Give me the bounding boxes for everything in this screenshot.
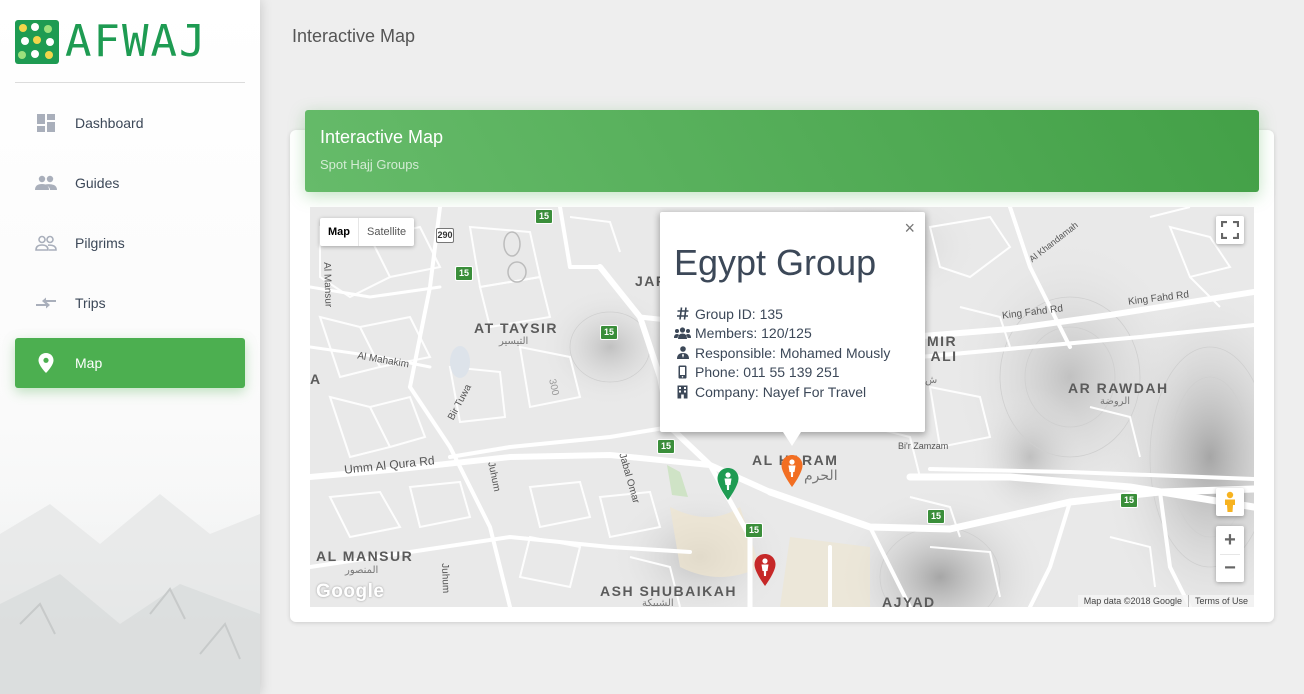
district-arabic-at-taysir: التيسير xyxy=(499,336,529,347)
sidebar-item-label: Trips xyxy=(75,295,106,311)
street-view-pegman-button[interactable] xyxy=(1216,488,1244,516)
highway-shield: 15 xyxy=(927,509,945,524)
district-label-al-mansur: AL MANSUR xyxy=(316,548,414,564)
sidebar-item-pilgrims[interactable]: Pilgrims xyxy=(15,218,245,268)
sidebar-item-dashboard[interactable]: Dashboard xyxy=(15,98,245,148)
group-info-window: × Egypt Group Group ID: 135 Members: 120… xyxy=(660,212,925,446)
district-label-ajyad: AJYAD xyxy=(882,594,936,607)
district-label-partial-a: A xyxy=(310,371,322,387)
district-arabic-ar-rawdah: الروضة xyxy=(1100,396,1131,407)
compare-arrows-icon xyxy=(35,292,57,314)
district-label-at-taysir: AT TAYSIR xyxy=(474,320,559,336)
sidebar-nav: Dashboard Guides Pilgrims Trips Map xyxy=(15,98,245,398)
highway-shield: 15 xyxy=(1120,493,1138,508)
highway-shield: 15 xyxy=(657,439,675,454)
pegman-icon xyxy=(1225,491,1235,512)
fullscreen-button[interactable] xyxy=(1216,216,1244,244)
pilgrim-marker-green[interactable] xyxy=(717,468,739,500)
fullscreen-icon xyxy=(1221,221,1239,239)
highway-shield: 15 xyxy=(600,325,618,340)
info-row-phone: Phone: 011 55 139 251 xyxy=(674,363,911,383)
district-arabic-al-haram: الحرم xyxy=(804,468,838,484)
road-label-juhum-2: Juhum xyxy=(439,563,452,594)
district-label-ar-rawdah: AR RAWDAH xyxy=(1068,380,1169,396)
google-map[interactable]: AT TAYSIR التيسير AL HARAM الحرم AR RAWD… xyxy=(310,207,1254,607)
building-icon xyxy=(674,385,691,399)
info-row-members: Members: 120/125 xyxy=(674,324,911,344)
highway-shield: 15 xyxy=(455,266,473,281)
road-label-bir-zamzam: Bi'r Zamzam xyxy=(898,441,949,451)
highway-shield: 15 xyxy=(535,209,553,224)
map-type-satellite-button[interactable]: Satellite xyxy=(358,218,414,246)
sidebar-item-label: Dashboard xyxy=(75,115,144,131)
district-label-partial-mir: MIR xyxy=(927,333,958,349)
zoom-in-button[interactable]: + xyxy=(1216,526,1244,554)
sidebar-item-label: Pilgrims xyxy=(75,235,125,251)
page-title: Interactive Map xyxy=(292,26,416,46)
sidebar: AFWAJ Dashboard Guides Pilgrims Trips Ma… xyxy=(0,0,260,694)
card-subtitle: Spot Hajj Groups xyxy=(320,157,419,172)
people-icon xyxy=(35,172,57,194)
road-label-al-mansur: Al Mansur xyxy=(321,262,334,308)
district-label-ash-shubaikah: ASH SHUBAIKAH xyxy=(600,583,737,599)
district-arabic-ash-shubaikah: الشبيكة xyxy=(642,598,674,607)
highway-shield: 15 xyxy=(745,523,763,538)
zoom-out-button[interactable]: − xyxy=(1216,554,1244,582)
map-type-control: Map Satellite xyxy=(320,218,415,246)
place-icon xyxy=(35,352,57,374)
user-tie-icon xyxy=(674,346,691,360)
brand-logo[interactable]: AFWAJ xyxy=(15,18,207,66)
brand-name: AFWAJ xyxy=(65,16,208,67)
pilgrim-marker-orange[interactable] xyxy=(781,455,803,487)
mobile-icon xyxy=(674,365,691,379)
map-data-attribution: Map data ©2018 Google xyxy=(1083,596,1182,606)
district-arabic-partial: ش xyxy=(925,375,938,386)
card-title: Interactive Map xyxy=(320,127,444,147)
hash-icon xyxy=(674,307,691,321)
info-row-company: Company: Nayef For Travel xyxy=(674,382,911,402)
map-type-map-button[interactable]: Map xyxy=(320,218,358,246)
info-row-responsible: Responsible: Mohamed Mously xyxy=(674,343,911,363)
zoom-control: + − xyxy=(1216,526,1244,582)
sidebar-background-mountain xyxy=(0,414,260,694)
info-window-title: Egypt Group xyxy=(674,242,877,283)
map-attribution: Map data ©2018 Google Terms of Use xyxy=(1077,595,1254,607)
google-logo[interactable]: Google xyxy=(316,581,384,603)
sidebar-divider xyxy=(15,82,245,83)
sidebar-item-map[interactable]: Map xyxy=(15,338,245,388)
logo-mark-icon xyxy=(15,20,59,64)
card-header: Interactive Map Spot Hajj Groups xyxy=(305,110,1259,192)
info-window-close-button[interactable]: × xyxy=(904,218,915,239)
sidebar-item-label: Map xyxy=(75,355,103,371)
sidebar-item-label: Guides xyxy=(75,175,120,191)
people-outline-icon xyxy=(35,232,57,254)
highway-shield: 290 xyxy=(436,228,454,243)
sidebar-item-trips[interactable]: Trips xyxy=(15,278,245,328)
district-arabic-al-mansur: المنصور xyxy=(345,565,379,576)
info-row-group-id: Group ID: 135 xyxy=(674,304,911,324)
sidebar-item-guides[interactable]: Guides xyxy=(15,158,245,208)
terms-of-use-link[interactable]: Terms of Use xyxy=(1187,595,1254,607)
pilgrim-marker-red[interactable] xyxy=(754,554,776,586)
users-icon xyxy=(674,326,691,340)
dashboard-icon xyxy=(35,112,57,134)
